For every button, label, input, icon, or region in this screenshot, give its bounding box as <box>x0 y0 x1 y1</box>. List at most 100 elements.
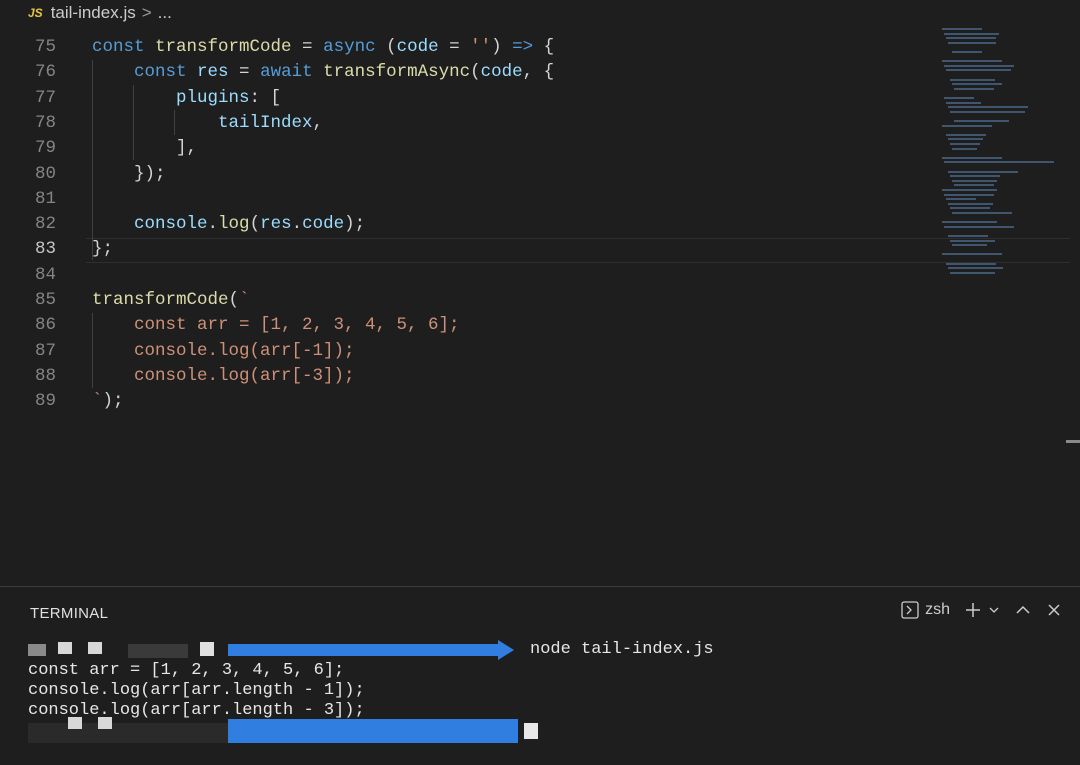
code-line[interactable]: 75 const transformCode = async (code = ''… <box>0 35 1080 60</box>
code-token: ( <box>228 290 240 310</box>
code-token: const arr = [1, 2, 3, 4, 5, 6]; <box>92 315 460 336</box>
code-line[interactable]: 78 tailIndex, <box>0 111 1080 136</box>
minimap-line <box>944 161 1054 164</box>
code-text: console.log(arr[-3]); <box>92 364 355 389</box>
code-token: , { <box>522 62 555 83</box>
breadcrumb-file-name[interactable]: tail-index.js <box>51 3 136 23</box>
minimap-line <box>946 198 976 201</box>
code-line[interactable]: 76 const res = await transformAsync(code… <box>0 60 1080 85</box>
terminal-output-line: console.log(arr[arr.length - 1]); <box>28 681 365 700</box>
code-token: code <box>396 37 439 57</box>
minimap-line <box>948 138 983 141</box>
plus-icon <box>966 603 980 617</box>
scrollbar-marker[interactable] <box>1066 440 1080 443</box>
code-token: tailIndex <box>218 112 313 133</box>
line-number: 79 <box>34 138 56 159</box>
line-number: 89 <box>34 391 56 412</box>
minimap-line <box>944 225 1014 228</box>
code-token: . <box>207 214 219 235</box>
minimap-line <box>948 41 996 44</box>
code-token: ); <box>344 214 366 235</box>
minimap-line <box>942 221 997 224</box>
minimap-line <box>950 143 980 145</box>
line-number: 86 <box>34 315 56 336</box>
code-line[interactable]: 77 plugins: [ <box>0 86 1080 111</box>
code-token: ( <box>249 214 261 235</box>
chevron-down-icon[interactable] <box>988 604 1000 616</box>
js-file-icon: JS <box>28 6 43 20</box>
minimap-line <box>944 193 994 196</box>
code-text: const arr = [1, 2, 3, 4, 5, 6]; <box>92 313 460 338</box>
line-number: 84 <box>34 264 56 285</box>
minimap-line <box>944 64 1014 67</box>
minimap-line <box>954 120 1009 122</box>
code-line[interactable]: 88 console.log(arr[-3]); <box>0 364 1080 389</box>
code-token: async <box>323 37 376 57</box>
code-token: ( <box>470 62 481 83</box>
code-text: `); <box>92 389 124 414</box>
terminal-tab-title[interactable]: TERMINAL <box>30 605 108 622</box>
code-text: ], <box>92 136 197 161</box>
code-editor[interactable]: 75 const transformCode = async (code = ''… <box>0 32 1070 586</box>
code-text: tailIndex, <box>92 111 323 136</box>
code-token: transformAsync <box>323 62 471 83</box>
minimap[interactable] <box>942 26 1068 286</box>
terminal-output-line: const arr = [1, 2, 3, 4, 5, 6]; <box>28 661 345 680</box>
close-icon[interactable] <box>1046 602 1062 618</box>
code-token: ` <box>92 391 103 412</box>
minimap-line <box>952 179 997 182</box>
line-number: 87 <box>34 340 56 361</box>
line-number: 76 <box>34 62 56 83</box>
code-line[interactable]: 83}; <box>0 237 1080 262</box>
breadcrumb-more[interactable]: ... <box>158 3 172 23</box>
code-text: transformCode(` <box>92 288 250 313</box>
line-number: 78 <box>34 112 56 133</box>
code-token: const <box>92 37 156 57</box>
code-line[interactable]: 81 <box>0 187 1080 212</box>
code-token: = <box>228 62 261 83</box>
minimap-line <box>952 147 977 150</box>
code-text: }); <box>92 162 166 187</box>
code-token: log <box>218 214 250 235</box>
code-token: ], <box>92 138 198 159</box>
code-token: transformCode <box>155 37 292 57</box>
code-line[interactable]: 82 console.log(res.code); <box>0 212 1080 237</box>
code-line[interactable]: 80 }); <box>0 162 1080 187</box>
new-terminal-button[interactable] <box>964 601 1000 619</box>
code-token: ( <box>375 37 397 57</box>
code-token: console.log(arr[-3]); <box>92 365 355 386</box>
code-line[interactable]: 86 const arr = [1, 2, 3, 4, 5, 6]; <box>0 313 1080 338</box>
code-token: plugins <box>176 87 250 108</box>
minimap-line <box>950 239 995 242</box>
code-token: const <box>134 62 198 83</box>
minimap-line <box>948 106 1028 109</box>
minimap-line <box>942 28 982 30</box>
code-token: { <box>533 37 555 57</box>
line-number: 77 <box>34 87 56 108</box>
code-token: console.log(arr[-1]); <box>92 340 355 361</box>
code-token: transformCode <box>92 290 229 310</box>
code-token: . <box>291 214 303 235</box>
code-text: console.log(arr[-1]); <box>92 339 355 364</box>
minimap-line <box>946 133 986 136</box>
code-line[interactable]: 87 console.log(arr[-1]); <box>0 339 1080 364</box>
minimap-line <box>948 202 993 205</box>
terminal-panel[interactable]: TERMINAL zsh node tail-index.js const ar… <box>0 586 1080 765</box>
code-line[interactable]: 89 `); <box>0 389 1080 414</box>
minimap-line <box>946 37 996 40</box>
minimap-line <box>944 32 999 35</box>
code-token: code <box>302 214 345 235</box>
shell-selector[interactable]: zsh <box>901 601 950 619</box>
code-line[interactable]: 84 <box>0 263 1080 288</box>
line-number: 75 <box>34 37 56 57</box>
minimap-line <box>944 97 974 99</box>
chevron-up-icon[interactable] <box>1014 601 1032 619</box>
code-text: }; <box>92 237 113 262</box>
minimap-line <box>946 101 981 104</box>
code-line[interactable]: 85 transformCode(` <box>0 288 1080 313</box>
code-line[interactable]: 79 ], <box>0 136 1080 161</box>
